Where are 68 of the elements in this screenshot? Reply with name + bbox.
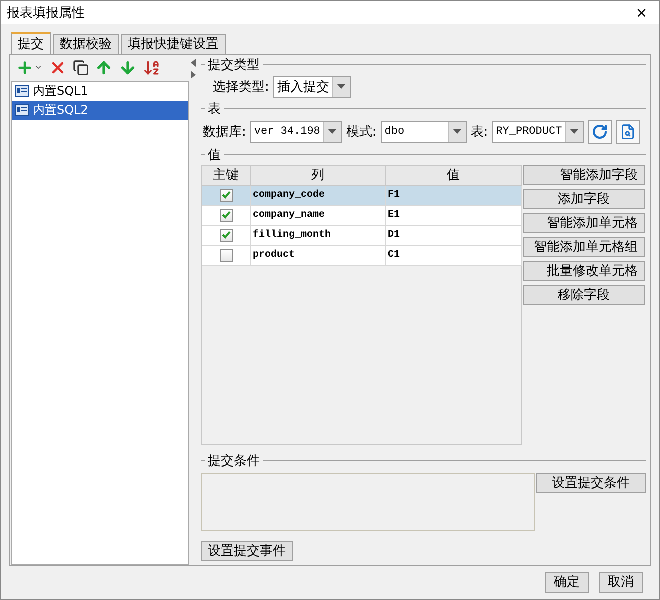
arrow-down-icon[interactable]: [119, 58, 137, 77]
dialog-button[interactable]: 取消: [599, 572, 643, 593]
close-button[interactable]: ×: [632, 2, 651, 23]
table-cell[interactable]: [202, 186, 251, 206]
tab[interactable]: 提交: [11, 32, 51, 54]
table-cell: D1: [386, 226, 522, 246]
preview-button[interactable]: [616, 120, 640, 144]
action-button[interactable]: 智能添加单元格组: [523, 236, 645, 257]
refresh-icon: [592, 124, 608, 140]
caret-icon: [328, 129, 338, 134]
checkbox[interactable]: [220, 208, 232, 222]
table-select[interactable]: RY_PRODUCT: [492, 120, 584, 143]
column-header[interactable]: 列: [251, 166, 386, 186]
caret-icon: [337, 84, 346, 90]
table-cell: company_code: [251, 186, 386, 206]
check-icon: [222, 191, 230, 200]
action-button[interactable]: 智能添加字段: [523, 164, 645, 185]
window-title: 报表填报属性: [7, 4, 85, 22]
check-icon: [222, 231, 230, 240]
caret-icon: [570, 129, 580, 134]
table-cell: filling_month: [251, 226, 386, 246]
sort-icon[interactable]: [143, 58, 161, 77]
table-icon: [15, 104, 29, 116]
tab[interactable]: 数据校验: [53, 34, 119, 54]
list-item[interactable]: 内置SQL2: [12, 100, 188, 120]
checkbox[interactable]: [220, 188, 232, 202]
dialog-button[interactable]: 确定: [545, 572, 589, 593]
event-button[interactable]: 设置提交事件: [201, 540, 293, 561]
action-button[interactable]: 添加字段: [523, 188, 645, 209]
add-icon[interactable]: [16, 58, 43, 77]
table-cell: company_name: [251, 206, 386, 226]
table-cell[interactable]: [202, 206, 251, 226]
collapse-left-icon[interactable]: [190, 58, 196, 67]
item-label: 内置SQL1: [33, 82, 88, 100]
database-select[interactable]: ver 34.198: [250, 120, 342, 143]
table-cell[interactable]: [202, 226, 251, 246]
field-label: 数据库:: [203, 124, 246, 141]
item-label: 内置SQL2: [33, 102, 88, 119]
action-button[interactable]: 智能添加单元格: [523, 212, 645, 233]
column-header[interactable]: 值: [386, 166, 522, 186]
field-label: 模式:: [346, 124, 377, 141]
refresh-button[interactable]: [588, 120, 612, 144]
section-title: 提交条件: [208, 452, 260, 470]
schema-select[interactable]: dbo: [380, 120, 467, 143]
section-title: 提交类型: [208, 56, 260, 74]
field-label: 选择类型:: [213, 78, 270, 96]
file-search-icon: [620, 124, 636, 140]
expand-right-icon[interactable]: [190, 70, 196, 79]
table-icon: [15, 85, 29, 98]
checkbox[interactable]: [220, 228, 232, 242]
caret-icon: [452, 129, 462, 134]
condition-button[interactable]: 设置提交条件: [536, 472, 646, 493]
column-header[interactable]: 主键: [202, 166, 251, 186]
action-button[interactable]: 批量修改单元格: [523, 260, 645, 281]
table-cell: product: [251, 246, 386, 266]
tab[interactable]: 填报快捷键设置: [121, 34, 226, 54]
checkbox[interactable]: [220, 248, 232, 262]
section-title: 表: [208, 100, 221, 118]
check-icon: [222, 211, 230, 220]
section-title: 值: [208, 146, 221, 164]
table-cell: E1: [386, 206, 522, 226]
action-button[interactable]: 移除字段: [523, 284, 645, 305]
field-label: 表:: [470, 124, 488, 141]
table-cell: C1: [386, 246, 522, 266]
table-cell[interactable]: [202, 246, 251, 266]
copy-icon[interactable]: [73, 60, 89, 76]
table-cell: F1: [386, 186, 522, 206]
type-select[interactable]: 插入提交: [273, 76, 352, 98]
